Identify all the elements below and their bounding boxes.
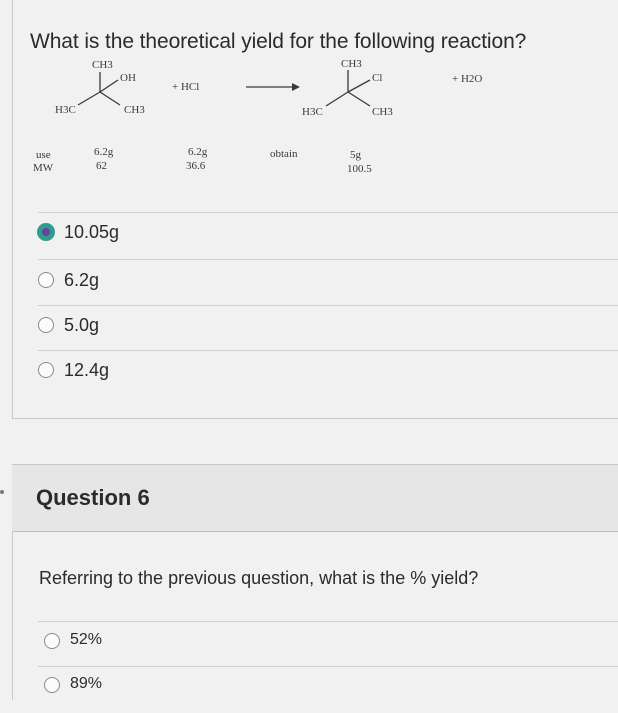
product-use-value: 5g	[350, 149, 362, 161]
answer-option-12-4g[interactable]: 12.4g	[12, 350, 618, 394]
answer-option-label: 5.0g	[64, 315, 100, 335]
radio-button[interactable]	[44, 677, 60, 693]
radio-button[interactable]	[38, 362, 54, 378]
answer-option-label: 10.05g	[64, 222, 120, 242]
product-skeleton	[325, 70, 371, 107]
plus-hcl: + HCl	[172, 81, 199, 93]
question-6-title: Question 6	[36, 485, 150, 510]
reactant-h3c: H3C	[55, 104, 76, 116]
product-ch3-right: CH3	[372, 106, 393, 118]
question-marker	[0, 490, 4, 494]
reaction-scheme: CH3 OH H3C CH3 + HCl CH3 Cl H3C CH3 + H2…	[33, 58, 482, 175]
reactant-skeleton	[77, 72, 121, 106]
hcl-use-value: 6.2g	[188, 146, 208, 158]
answer-option-6-2g[interactable]: 6.2g	[12, 260, 618, 304]
row-label-use: use	[36, 149, 51, 161]
radio-button[interactable]	[38, 317, 54, 333]
answer-option-5-0g[interactable]: 5.0g	[12, 305, 618, 349]
answer-option-label: 89%	[70, 675, 103, 692]
hcl-mw-value: 36.6	[186, 160, 206, 172]
reactant-ch3-right: CH3	[124, 104, 145, 116]
row-label-mw: MW	[33, 162, 54, 174]
answer-option-89-percent[interactable]: 89%	[12, 669, 618, 713]
divider	[38, 621, 618, 622]
product-ch3-top: CH3	[341, 58, 362, 70]
reactant-use-value: 6.2g	[94, 146, 114, 158]
answer-option-10-05g[interactable]: 10.05g	[12, 212, 618, 256]
question-6-header: Question 6	[12, 464, 618, 532]
product-h3c: H3C	[302, 106, 323, 118]
reactant-ch3-top: CH3	[92, 59, 113, 71]
reactant-oh: OH	[120, 72, 136, 84]
reactant-mw-value: 62	[96, 160, 107, 172]
question-6-text: Referring to the previous question, what…	[39, 568, 479, 588]
answer-option-label: 6.2g	[64, 270, 100, 290]
radio-button[interactable]	[44, 633, 60, 649]
radio-button-selected[interactable]	[38, 224, 54, 240]
answer-option-52-percent[interactable]: 52%	[12, 625, 618, 669]
answer-option-label: 52%	[70, 631, 103, 648]
product-cl: Cl	[372, 72, 382, 84]
radio-button[interactable]	[38, 272, 54, 288]
reaction-arrow	[246, 83, 300, 91]
obtain-label: obtain	[270, 148, 298, 160]
plus-h2o: + H2O	[452, 73, 482, 85]
answer-option-label: 12.4g	[64, 360, 110, 380]
product-mw-value: 100.5	[347, 163, 372, 175]
